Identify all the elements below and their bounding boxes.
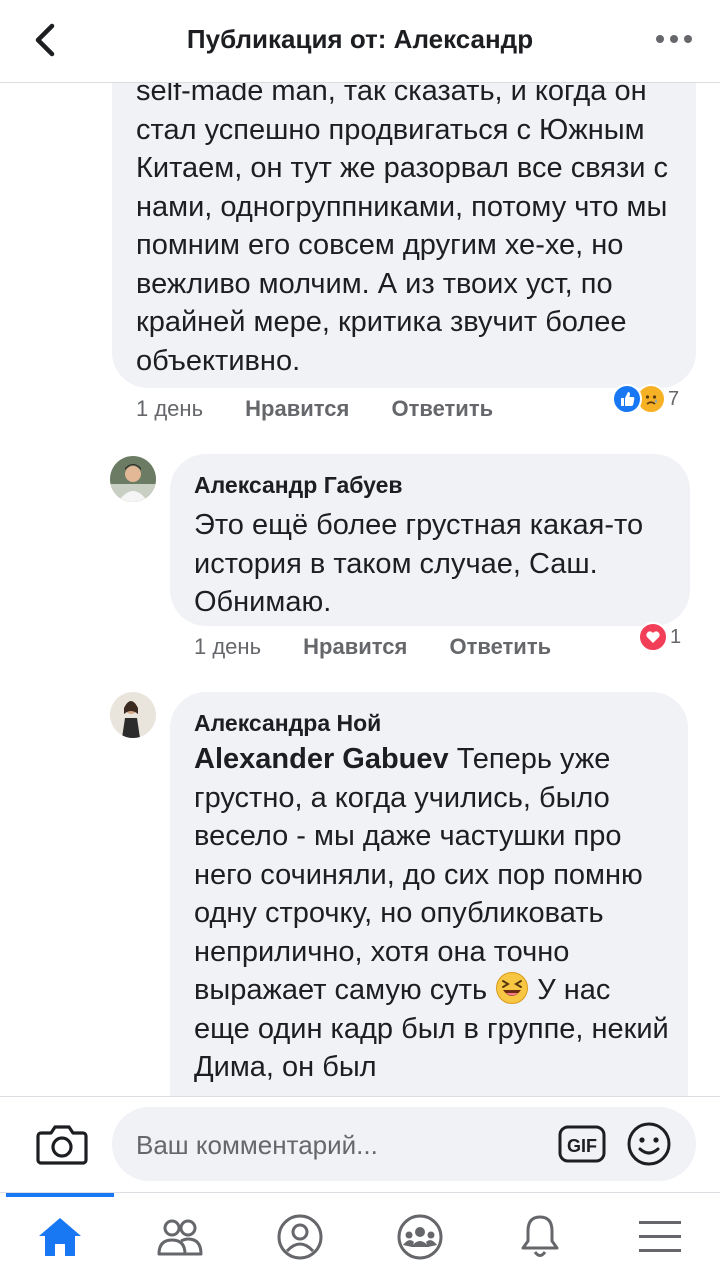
nav-notifications[interactable] (480, 1193, 600, 1281)
menu-icon (639, 1221, 681, 1252)
laughing-emoji-icon (495, 971, 529, 1005)
bottom-nav (0, 1192, 720, 1281)
comments-list: self-made man, так сказать, и когда он с… (0, 82, 720, 1096)
top-bar: Публикация от: Александр (0, 0, 720, 83)
gif-icon: GIF (558, 1125, 606, 1163)
gif-button[interactable]: GIF (558, 1125, 606, 1163)
comment-author[interactable]: Александр Габуев (194, 472, 403, 499)
avatar[interactable] (110, 692, 156, 738)
comment-input-wrapper: GIF (112, 1107, 696, 1183)
comment-bubble[interactable]: Александр Габуев Это ещё более грустная … (170, 454, 690, 626)
reply-button[interactable]: Ответить (391, 396, 493, 421)
comment-time: 1 день (136, 396, 204, 421)
friends-icon (157, 1219, 203, 1256)
active-tab-indicator (6, 1193, 114, 1197)
nav-friends[interactable] (120, 1193, 240, 1281)
more-dots-icon (656, 35, 692, 43)
comment-bubble[interactable]: self-made man, так сказать, и когда он с… (112, 82, 696, 388)
comment-text: Это ещё более грустная какая-то история … (194, 509, 644, 618)
nav-home[interactable] (0, 1193, 120, 1281)
reaction-count: 1 (670, 625, 682, 648)
camera-icon (36, 1125, 88, 1165)
emoji-button[interactable] (626, 1121, 672, 1167)
comment-bubble[interactable]: Александра Ной Alexander Gabuev Теперь у… (170, 692, 688, 1096)
love-icon (638, 622, 668, 652)
page-title: Публикация от: Александр (186, 24, 534, 54)
comment-text: self-made man, так сказать, и когда он с… (136, 82, 669, 377)
camera-button[interactable] (36, 1121, 88, 1167)
comment-text-part: Теперь уже грустно, а когда учились, был… (194, 743, 643, 1006)
comment-composer: GIF (0, 1096, 720, 1193)
reactions-summary[interactable]: 1 (638, 620, 681, 654)
mention-link[interactable]: Alexander Gabuev (194, 743, 449, 775)
profile-icon (277, 1214, 323, 1260)
like-button[interactable]: Нравится (245, 396, 349, 421)
comment-author[interactable]: Александра Ной (194, 710, 381, 737)
comment-text: Alexander Gabuev Теперь уже грустно, а к… (194, 740, 674, 1087)
reactions-summary[interactable]: 7 (612, 382, 679, 416)
groups-icon (397, 1214, 443, 1260)
comment-input[interactable] (134, 1107, 538, 1183)
avatar[interactable] (110, 456, 156, 502)
svg-text:GIF: GIF (567, 1136, 597, 1156)
comment-actions: 1 день Нравится Ответить (194, 634, 551, 660)
nav-menu[interactable] (600, 1193, 720, 1281)
comment-time: 1 день (194, 634, 262, 659)
reply-button[interactable]: Ответить (449, 634, 551, 659)
notifications-icon (521, 1215, 559, 1257)
nav-profile[interactable] (240, 1193, 360, 1281)
nav-groups[interactable] (360, 1193, 480, 1281)
smiley-icon (627, 1122, 671, 1166)
like-button[interactable]: Нравится (303, 634, 407, 659)
more-button[interactable] (652, 24, 696, 54)
reaction-count: 7 (668, 387, 680, 410)
like-icon (612, 384, 642, 414)
home-icon (39, 1218, 81, 1256)
comment-actions: 1 день Нравится Ответить (136, 396, 493, 422)
